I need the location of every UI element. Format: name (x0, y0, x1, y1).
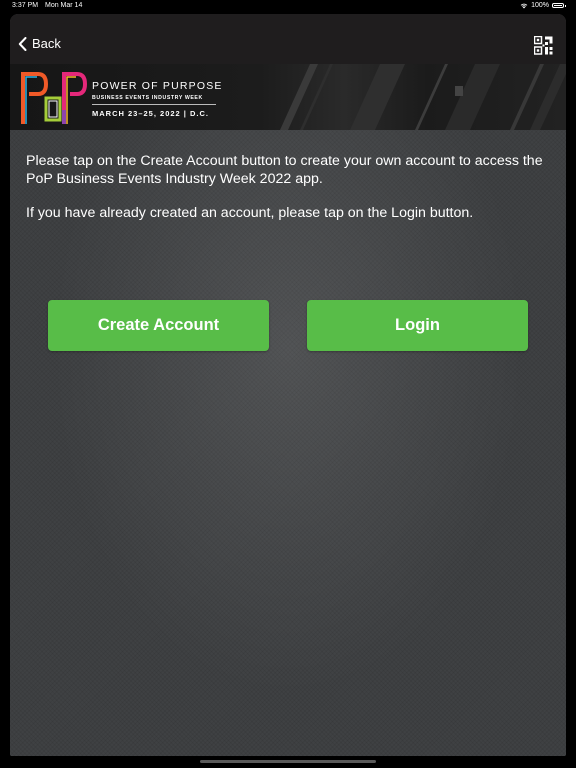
navigation-bar: Back (10, 14, 566, 64)
main-content: Please tap on the Create Account button … (10, 130, 566, 756)
wifi-icon (520, 3, 528, 8)
banner-background-graphic (280, 64, 566, 130)
battery-icon (552, 3, 566, 8)
instructions: Please tap on the Create Account button … (26, 152, 554, 238)
device-screen: 3:37 PM Mon Mar 14 100% Back POWER OF PU… (0, 0, 576, 768)
home-indicator[interactable] (200, 760, 376, 763)
battery-percent: 100% (531, 2, 549, 9)
create-account-button[interactable]: Create Account (48, 300, 269, 351)
login-button[interactable]: Login (307, 300, 528, 351)
chevron-left-icon (18, 36, 27, 51)
banner-text: POWER OF PURPOSE BUSINESS EVENTS INDUSTR… (92, 80, 223, 118)
qr-code-icon[interactable] (534, 36, 553, 55)
status-time: 3:37 PM (12, 2, 39, 9)
status-date: Mon Mar 14 (45, 2, 83, 9)
event-banner: POWER OF PURPOSE BUSINESS EVENTS INDUSTR… (10, 64, 566, 130)
pop-logo (21, 72, 88, 124)
instructions-create-account: Please tap on the Create Account button … (26, 153, 543, 187)
instructions-login: If you have already created an account, … (26, 205, 474, 221)
banner-dates: MARCH 23–25, 2022 | D.C. (92, 109, 209, 118)
status-bar: 3:37 PM Mon Mar 14 100% (0, 0, 576, 13)
banner-divider (92, 104, 216, 105)
back-button[interactable]: Back (18, 36, 61, 51)
back-label: Back (32, 36, 61, 51)
banner-subtitle: BUSINESS EVENTS INDUSTRY WEEK (92, 95, 203, 101)
app-window: Back POWER OF PURPOSE BUSINESS EVENTS IN… (10, 14, 566, 756)
status-indicators: 100% (520, 2, 566, 9)
banner-title: POWER OF PURPOSE (92, 80, 223, 92)
